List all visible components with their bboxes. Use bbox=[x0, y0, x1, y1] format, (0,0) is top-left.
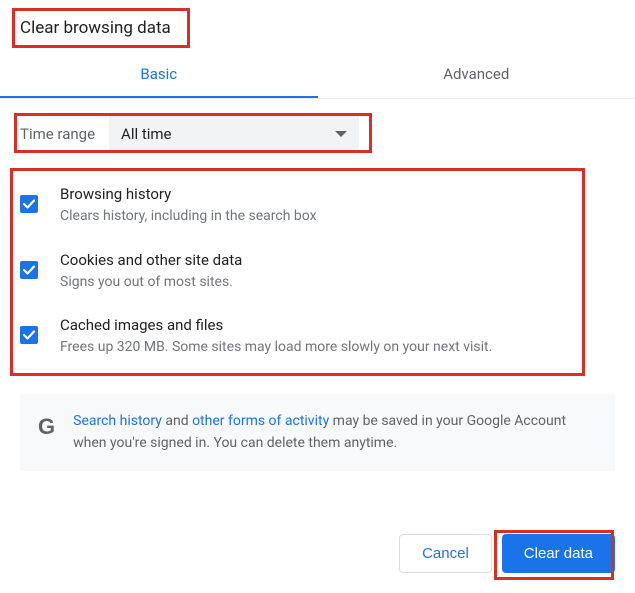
option-desc: Frees up 320 MB. Some sites may load mor… bbox=[60, 338, 615, 358]
option-desc: Clears history, including in the search … bbox=[60, 207, 615, 227]
dropdown-icon bbox=[335, 131, 347, 137]
link-search-history[interactable]: Search history bbox=[73, 413, 162, 429]
tabs: Basic Advanced bbox=[0, 52, 635, 99]
time-range-row: Time range All time bbox=[0, 99, 635, 167]
tab-advanced[interactable]: Advanced bbox=[318, 52, 635, 98]
option-title: Cached images and files bbox=[60, 316, 615, 334]
checkbox-cookies[interactable] bbox=[20, 261, 38, 279]
dialog-footer: Cancel Clear data bbox=[399, 534, 615, 573]
option-title: Browsing history bbox=[60, 185, 615, 203]
options-list: Browsing history Clears history, includi… bbox=[0, 167, 635, 380]
option-cache: Cached images and files Frees up 320 MB.… bbox=[20, 304, 615, 370]
option-cookies: Cookies and other site data Signs you ou… bbox=[20, 239, 615, 305]
tab-basic[interactable]: Basic bbox=[0, 52, 318, 98]
time-range-label: Time range bbox=[20, 125, 95, 143]
option-desc: Signs you out of most sites. bbox=[60, 273, 615, 293]
time-range-select[interactable]: All time bbox=[109, 115, 359, 153]
google-icon: G bbox=[38, 414, 55, 440]
info-text-part: and bbox=[162, 413, 192, 429]
info-text: Search history and other forms of activi… bbox=[73, 410, 597, 455]
link-other-activity[interactable]: other forms of activity bbox=[192, 413, 329, 429]
cancel-button[interactable]: Cancel bbox=[399, 534, 492, 573]
info-box: G Search history and other forms of acti… bbox=[20, 394, 615, 471]
option-title: Cookies and other site data bbox=[60, 251, 615, 269]
checkbox-cache[interactable] bbox=[20, 326, 38, 344]
clear-data-button[interactable]: Clear data bbox=[502, 534, 615, 573]
time-range-value: All time bbox=[121, 125, 171, 143]
dialog-title: Clear browsing data bbox=[0, 0, 635, 52]
option-browsing-history: Browsing history Clears history, includi… bbox=[20, 173, 615, 239]
checkbox-browsing-history[interactable] bbox=[20, 195, 38, 213]
